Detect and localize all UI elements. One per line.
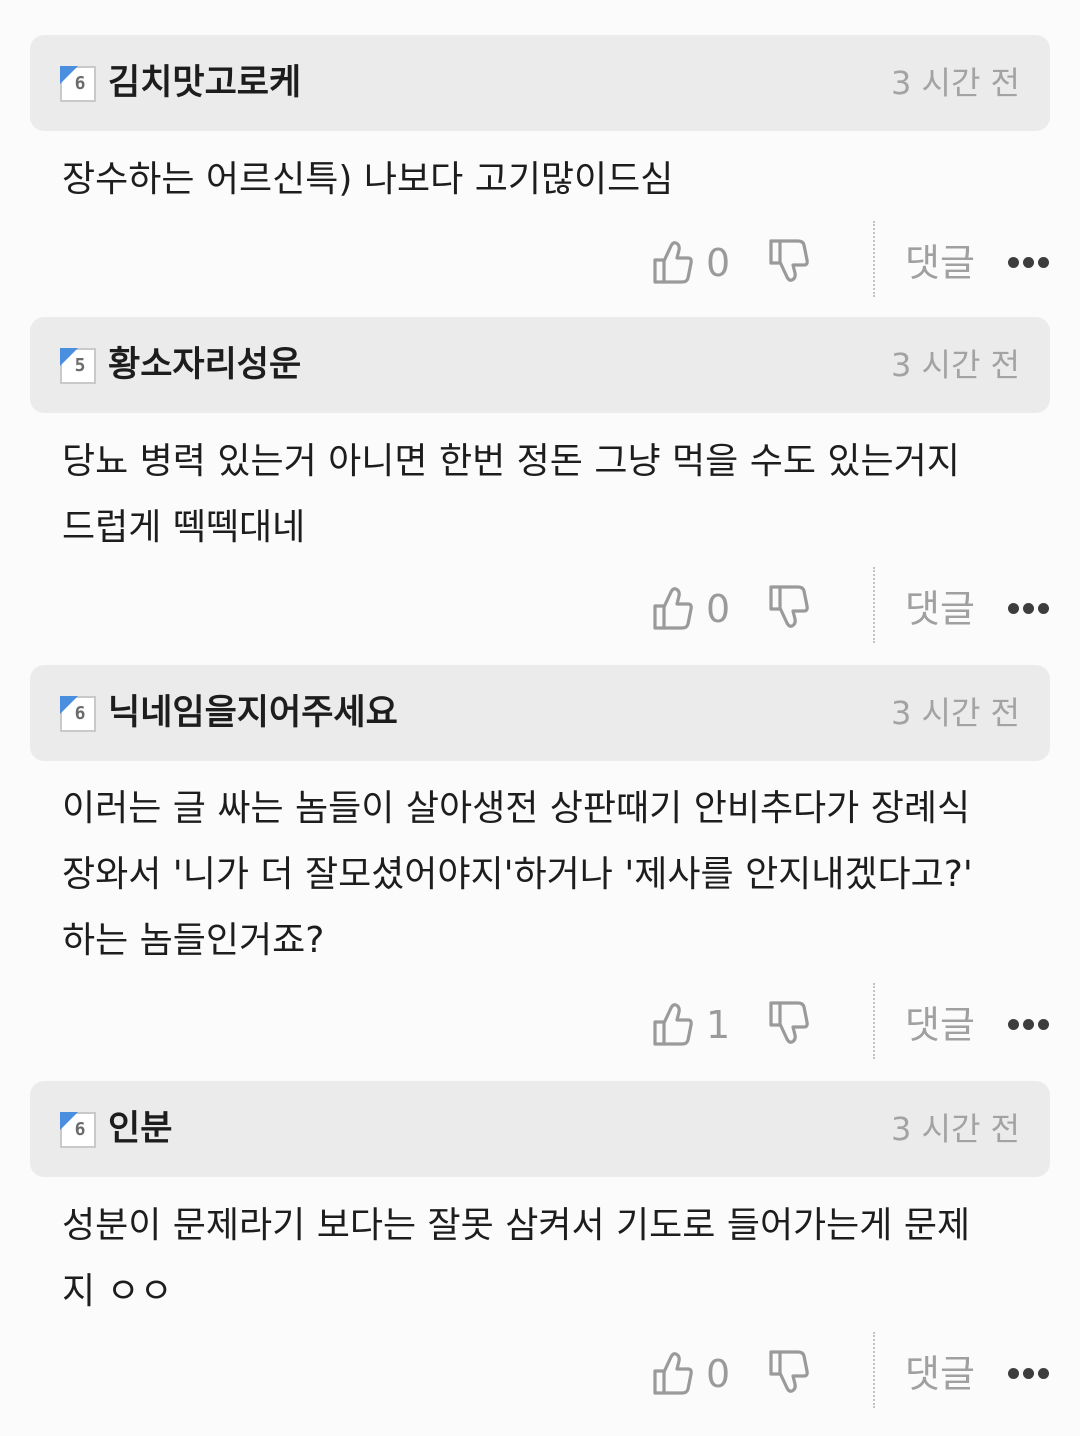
level-badge-icon: 6 bbox=[60, 66, 96, 102]
comment-header: 6 인분 3 시간 전 bbox=[30, 1081, 1050, 1177]
timestamp: 3 시간 전 bbox=[890, 694, 1020, 732]
comment-text: 당뇨 병력 있는거 아니면 한번 정돈 그냥 먹을 수도 있는거지 드럽게 떽떽… bbox=[62, 441, 960, 548]
like-button[interactable]: 1 bbox=[652, 997, 730, 1053]
thumbs-up-icon bbox=[652, 1002, 694, 1048]
like-button[interactable]: 0 bbox=[652, 581, 730, 637]
comment-actions: 0 댓글 bbox=[0, 221, 1080, 297]
level-number: 5 bbox=[74, 355, 86, 376]
like-count: 0 bbox=[706, 241, 731, 285]
comment-actions: 1 댓글 bbox=[0, 983, 1080, 1059]
level-number: 6 bbox=[74, 703, 86, 724]
like-count: 0 bbox=[706, 1352, 731, 1396]
divider bbox=[873, 983, 875, 1059]
comment-header: 6 닉네임을지어주세요 3 시간 전 bbox=[30, 665, 1050, 761]
divider bbox=[873, 1332, 875, 1408]
more-options-icon[interactable] bbox=[1008, 255, 1052, 271]
level-number: 6 bbox=[74, 73, 86, 94]
timestamp: 3 시간 전 bbox=[890, 1110, 1020, 1148]
more-options-icon[interactable] bbox=[1008, 601, 1052, 617]
comment-header: 5 황소자리성운 3 시간 전 bbox=[30, 317, 1050, 413]
level-badge-icon: 6 bbox=[60, 1112, 96, 1148]
nickname[interactable]: 인분 bbox=[108, 1107, 172, 1151]
level-number: 6 bbox=[74, 1119, 86, 1140]
dislike-button[interactable] bbox=[768, 1348, 812, 1398]
like-button[interactable]: 0 bbox=[652, 1346, 730, 1402]
thumbs-down-icon bbox=[768, 583, 812, 629]
thumbs-up-icon bbox=[652, 1351, 694, 1397]
level-badge-icon: 6 bbox=[60, 696, 96, 732]
reply-button[interactable]: 댓글 bbox=[905, 1350, 975, 1398]
divider bbox=[873, 567, 875, 643]
thumbs-up-icon bbox=[652, 240, 694, 286]
nickname[interactable]: 닉네임을지어주세요 bbox=[108, 691, 398, 735]
thumbs-down-icon bbox=[768, 1348, 812, 1394]
reply-button[interactable]: 댓글 bbox=[905, 239, 975, 287]
comment-text: 이러는 글 싸는 놈들이 살아생전 상판때기 안비추다가 장례식 장와서 '니가… bbox=[62, 788, 973, 961]
level-badge-icon: 5 bbox=[60, 348, 96, 384]
nickname[interactable]: 황소자리성운 bbox=[108, 343, 301, 387]
dislike-button[interactable] bbox=[768, 583, 812, 633]
comment-actions: 0 댓글 bbox=[0, 1332, 1080, 1408]
comment-header: 6 김치맛고로케 3 시간 전 bbox=[30, 35, 1050, 131]
timestamp: 3 시간 전 bbox=[890, 64, 1020, 102]
comment-actions: 0 댓글 bbox=[0, 567, 1080, 643]
reply-button[interactable]: 댓글 bbox=[905, 1001, 975, 1049]
reply-button[interactable]: 댓글 bbox=[905, 585, 975, 633]
thumbs-up-icon bbox=[652, 586, 694, 632]
like-button[interactable]: 0 bbox=[652, 235, 730, 291]
like-count: 0 bbox=[706, 587, 731, 631]
more-options-icon[interactable] bbox=[1008, 1366, 1052, 1382]
thumbs-down-icon bbox=[768, 237, 812, 283]
divider bbox=[873, 221, 875, 297]
thumbs-down-icon bbox=[768, 999, 812, 1045]
dislike-button[interactable] bbox=[768, 999, 812, 1049]
nickname[interactable]: 김치맛고로케 bbox=[108, 61, 301, 105]
timestamp: 3 시간 전 bbox=[890, 346, 1020, 384]
like-count: 1 bbox=[706, 1003, 731, 1047]
more-options-icon[interactable] bbox=[1008, 1017, 1052, 1033]
dislike-button[interactable] bbox=[768, 237, 812, 287]
comment-text: 성분이 문제라기 보다는 잘못 삼켜서 기도로 들어가는게 문제 지 ㅇㅇ bbox=[62, 1205, 971, 1312]
comment-text: 장수하는 어르신특) 나보다 고기많이드심 bbox=[62, 159, 674, 200]
